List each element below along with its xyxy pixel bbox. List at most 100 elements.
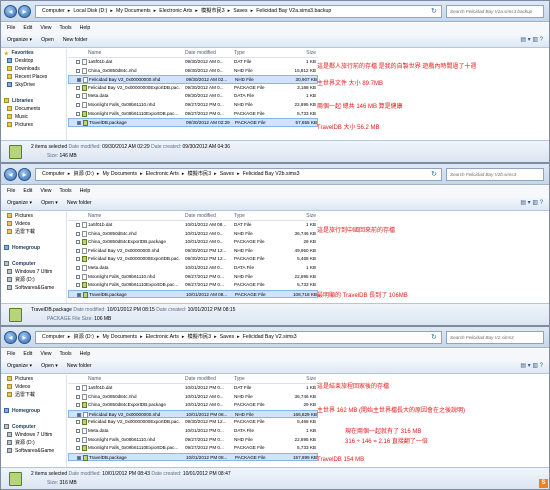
view-options-icon[interactable]: ▤ ▾ ▥ ? bbox=[520, 36, 543, 44]
breadcrumb-segment[interactable]: 模擬市民3 bbox=[187, 334, 211, 340]
menu-item[interactable]: Edit bbox=[23, 188, 32, 194]
checkbox[interactable] bbox=[76, 223, 80, 227]
checkbox[interactable] bbox=[76, 240, 80, 245]
forward-button[interactable]: ▸ bbox=[18, 331, 31, 344]
checkbox[interactable] bbox=[76, 94, 80, 99]
breadcrumb-segment[interactable]: 資源 (D:) bbox=[73, 171, 93, 177]
forward-button[interactable]: ▸ bbox=[18, 5, 31, 18]
breadcrumb-segment[interactable]: Computer bbox=[42, 8, 65, 14]
toolbar-button[interactable]: Organize ▾ bbox=[7, 37, 32, 43]
breadcrumb-segment[interactable]: Felicidad Bay V2b.sims3 bbox=[243, 171, 300, 177]
nav-item[interactable]: Downloads bbox=[1, 65, 66, 73]
breadcrumb-segment[interactable]: Saves bbox=[220, 171, 234, 177]
file-row[interactable]: TravelDB.package 10/01/2012 PM 08... PACKA… bbox=[68, 452, 318, 462]
nav-item[interactable]: 資源 (D:) bbox=[1, 439, 66, 447]
toolbar-button[interactable]: Open ▾ bbox=[41, 200, 58, 206]
breadcrumb[interactable]: Computer ▸ Local Disk (D:) ▸ My Documents ▸ El… bbox=[35, 5, 442, 18]
nav-item[interactable]: Homegroup bbox=[1, 407, 66, 415]
nav-item[interactable]: Pictures bbox=[1, 121, 66, 129]
file-row[interactable]: China_0x0850d84cExportDB.package 10/01/20… bbox=[68, 401, 318, 410]
forward-button[interactable]: ▸ bbox=[18, 168, 31, 181]
breadcrumb-segment[interactable]: Local Disk (D:) bbox=[73, 8, 107, 14]
view-options-icon[interactable]: ▤ ▾ ▥ ? bbox=[520, 199, 543, 207]
checkbox[interactable] bbox=[76, 420, 80, 425]
back-button[interactable]: ◂ bbox=[4, 5, 17, 18]
column-header-name[interactable]: Name bbox=[88, 212, 180, 221]
breadcrumb-segment[interactable]: Computer bbox=[42, 171, 65, 177]
nav-item[interactable]: Softwares&Game bbox=[1, 447, 66, 455]
breadcrumb-segment[interactable]: Saves bbox=[220, 334, 234, 340]
file-row[interactable]: TravelDB.package 09/30/2012 AM 02:29 PACKA… bbox=[68, 118, 318, 127]
checkbox[interactable] bbox=[77, 292, 81, 297]
breadcrumb-segment[interactable]: My Documents bbox=[102, 334, 137, 340]
column-header-size[interactable]: Size bbox=[282, 49, 316, 58]
nav-item[interactable]: Homegroup bbox=[1, 244, 66, 252]
breadcrumb-segment[interactable]: My Documents bbox=[116, 8, 151, 14]
nav-item[interactable]: 資源 (D:) bbox=[1, 276, 66, 284]
file-row[interactable]: Meta.data 09/30/2012 AM 0... DATA File 1 KB bbox=[68, 92, 318, 101]
menu-item[interactable]: Help bbox=[80, 25, 91, 31]
column-header-type[interactable]: Type bbox=[234, 375, 282, 384]
nav-item[interactable]: 迅雷下載 bbox=[1, 391, 66, 399]
nav-item[interactable]: Recent Places bbox=[1, 73, 66, 81]
checkbox[interactable] bbox=[76, 60, 80, 64]
checkbox[interactable] bbox=[76, 403, 80, 408]
file-row[interactable]: Moonlight Falls_0x09b61110ExportDB.pac..… bbox=[68, 110, 318, 119]
column-header-size[interactable]: Size bbox=[282, 212, 316, 221]
nav-item[interactable]: Documents bbox=[1, 105, 66, 113]
checkbox[interactable] bbox=[76, 68, 80, 73]
breadcrumb-segment[interactable]: 資源 (D:) bbox=[73, 334, 93, 340]
nav-item[interactable]: Libraries bbox=[1, 97, 66, 105]
nav-item[interactable]: Pictures bbox=[1, 375, 66, 383]
checkbox[interactable] bbox=[76, 102, 80, 107]
menu-item[interactable]: Tools bbox=[59, 188, 71, 194]
nav-item[interactable]: Videos bbox=[1, 383, 66, 391]
nav-item[interactable]: Computer bbox=[1, 423, 66, 431]
nav-item[interactable]: Softwares&Game bbox=[1, 284, 66, 292]
back-button[interactable]: ◂ bbox=[4, 168, 17, 181]
checkbox[interactable] bbox=[76, 437, 80, 442]
column-header-date[interactable]: Date modified bbox=[185, 212, 232, 221]
nav-item[interactable]: SkyDrive bbox=[1, 81, 66, 89]
back-button[interactable]: ◂ bbox=[4, 331, 17, 344]
menu-item[interactable]: Tools bbox=[59, 351, 71, 357]
file-row[interactable]: TravelDB.package 10/01/2012 AM 08... PACKA… bbox=[68, 289, 318, 299]
file-row[interactable]: Moonlight Falls_0x09b61110.nhd 09/27/2012… bbox=[68, 273, 318, 282]
column-header-date[interactable]: Date modified bbox=[185, 49, 232, 58]
refresh-icon[interactable]: ↻ bbox=[431, 7, 440, 16]
checkbox[interactable] bbox=[76, 111, 80, 116]
file-row[interactable]: 1a5f01b.dat 10/01/2012 AM 08... DAT File 1 … bbox=[68, 221, 318, 230]
view-options-icon[interactable]: ▤ ▾ ▥ ? bbox=[520, 362, 543, 370]
menu-item[interactable]: Help bbox=[80, 351, 91, 357]
file-row[interactable]: Felicidad Bay V2_0x00000000.nhd 09/30/201… bbox=[68, 247, 318, 256]
refresh-icon[interactable]: ↻ bbox=[431, 170, 440, 179]
menu-item[interactable]: Edit bbox=[23, 351, 32, 357]
breadcrumb[interactable]: Computer ▸ 資源 (D:) ▸ My Documents ▸ Electronic… bbox=[35, 168, 442, 181]
breadcrumb-segment[interactable]: Felicidad Bay V2a.sims3.backup bbox=[256, 8, 331, 14]
menu-item[interactable]: File bbox=[7, 351, 15, 357]
file-row[interactable]: 1a5f01b.dat 10/01/2012 PM 0... DAT File 1 K… bbox=[68, 384, 318, 393]
column-header-size[interactable]: Size bbox=[282, 375, 316, 384]
nav-item[interactable]: Windows 7 Ultim bbox=[1, 268, 66, 276]
file-row[interactable]: Moonlight Falls_0x09b61110.nhd 09/27/2012… bbox=[68, 436, 318, 445]
file-row[interactable]: 1a5f01b.dat 09/30/2012 AM 0... DAT File 1 K… bbox=[68, 58, 318, 67]
menu-item[interactable]: View bbox=[40, 25, 51, 31]
file-row[interactable]: China_0x0850d84c.nhd 10/01/2012 AM 0... NH… bbox=[68, 230, 318, 239]
checkbox[interactable] bbox=[76, 248, 80, 253]
file-row[interactable]: Felicidad Bay V2_0x00000000.nhd 09/30/201… bbox=[68, 75, 318, 84]
file-row[interactable]: Felicidad Bay V2_0x00000000ExportDB.pac.… bbox=[68, 255, 318, 264]
checkbox[interactable] bbox=[77, 412, 81, 417]
checkbox[interactable] bbox=[77, 121, 81, 126]
file-row[interactable]: Felicidad Bay V2_0x00000000ExportDB.pac.… bbox=[68, 418, 318, 427]
menu-item[interactable]: View bbox=[40, 188, 51, 194]
file-row[interactable]: Moonlight Falls_0x09b61110ExportDB.pac..… bbox=[68, 444, 318, 453]
file-row[interactable]: China_0x0850d84cExportDB.package 10/01/20… bbox=[68, 238, 318, 247]
menu-item[interactable]: File bbox=[7, 25, 15, 31]
nav-item[interactable]: Pictures bbox=[1, 212, 66, 220]
file-row[interactable]: Meta.data 10/01/2012 AM 0... DATA File 1 KB bbox=[68, 264, 318, 273]
breadcrumb-segment[interactable]: Computer bbox=[42, 334, 65, 340]
file-row[interactable]: China_0x0850d84c.nhd 09/30/2012 AM 0... NH… bbox=[68, 67, 318, 76]
menu-item[interactable]: Help bbox=[80, 188, 91, 194]
nav-item[interactable]: 迅雷下載 bbox=[1, 228, 66, 236]
checkbox[interactable] bbox=[76, 265, 80, 270]
